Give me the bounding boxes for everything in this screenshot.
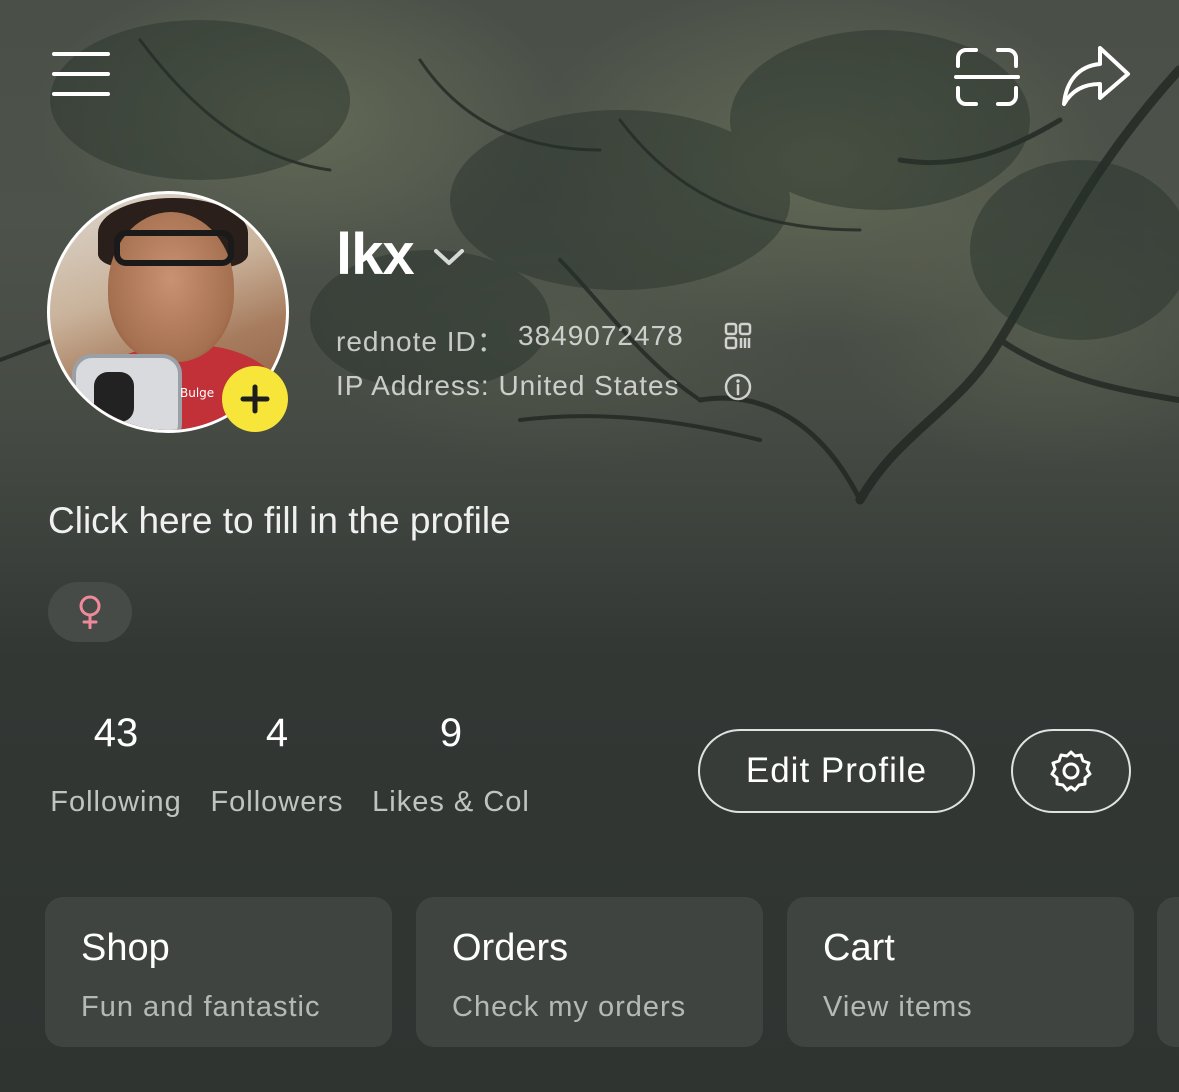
settings-button[interactable] <box>1011 729 1131 813</box>
following-label: Following <box>50 786 182 818</box>
followers-count: 4 <box>265 711 289 755</box>
cart-card-subtitle: View items <box>823 991 973 1023</box>
stat-likes-collections[interactable]: 9 Likes & Col <box>370 710 532 819</box>
info-icon[interactable] <box>724 373 752 401</box>
hamburger-menu-icon[interactable] <box>52 52 112 100</box>
rednote-id-label: rednote ID： <box>336 326 506 357</box>
chevron-down-icon[interactable] <box>432 247 466 267</box>
username: lkx <box>336 222 415 287</box>
next-card-peek[interactable] <box>1157 897 1179 1047</box>
plus-icon <box>240 384 270 414</box>
add-avatar-button[interactable] <box>222 366 288 432</box>
scan-icon[interactable] <box>952 44 1022 110</box>
likes-label: Likes & Col <box>372 786 530 818</box>
share-icon[interactable] <box>1058 42 1132 108</box>
cart-card[interactable]: Cart View items <box>787 897 1134 1047</box>
followers-label: Followers <box>210 786 344 818</box>
qr-code-icon[interactable] <box>724 322 752 350</box>
cart-card-title: Cart <box>823 927 895 969</box>
avatar-phone-case-text: Bulge <box>180 386 215 400</box>
stat-following[interactable]: 43 Following <box>48 710 184 819</box>
gear-icon <box>1050 750 1092 792</box>
likes-count: 9 <box>439 711 463 755</box>
stat-followers[interactable]: 4 Followers <box>209 710 345 819</box>
shop-card[interactable]: Shop Fun and fantastic <box>45 897 392 1047</box>
female-icon <box>79 595 101 629</box>
orders-card[interactable]: Orders Check my orders <box>416 897 763 1047</box>
shop-card-title: Shop <box>81 927 170 969</box>
following-count: 43 <box>93 711 139 755</box>
bio-prompt[interactable]: Click here to fill in the profile <box>48 500 511 542</box>
shop-card-subtitle: Fun and fantastic <box>81 991 321 1023</box>
gender-badge <box>48 582 132 642</box>
orders-card-title: Orders <box>452 927 569 969</box>
ip-address: IP Address: United States <box>336 370 680 401</box>
orders-card-subtitle: Check my orders <box>452 991 687 1023</box>
edit-profile-button[interactable]: Edit Profile <box>698 729 975 813</box>
rednote-id-value: 3849072478 <box>518 320 684 351</box>
